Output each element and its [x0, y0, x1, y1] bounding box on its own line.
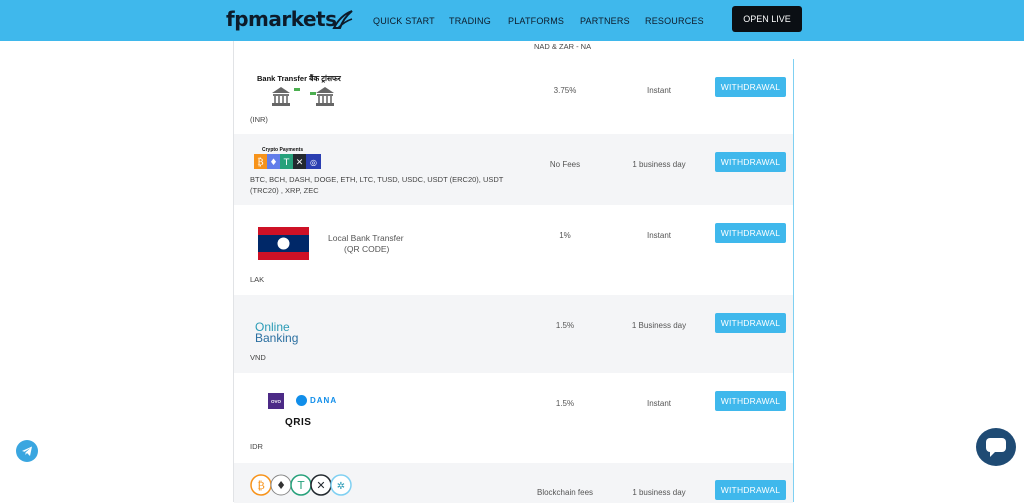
- currency-text: BTC, BCH, DASH, DOGE, ETH, LTC, TUSD, US…: [250, 175, 504, 195]
- chat-bubble-icon: [986, 438, 1006, 457]
- fee-text: No Fees: [549, 160, 581, 169]
- ovo-logo: OVO: [268, 393, 284, 409]
- withdrawal-button[interactable]: WITHDRAWAL: [715, 391, 786, 411]
- telegram-icon[interactable]: [16, 440, 38, 462]
- svg-text:♦: ♦: [269, 158, 277, 168]
- time-text: Instant: [646, 86, 672, 95]
- time-text: Instant: [646, 399, 672, 408]
- nav-trading[interactable]: TRADING: [449, 16, 491, 26]
- fee-text: 3.75%: [553, 86, 577, 95]
- chat-icon[interactable]: [976, 428, 1016, 466]
- withdrawal-button[interactable]: WITHDRAWAL: [715, 480, 786, 500]
- withdrawal-button[interactable]: WITHDRAWAL: [715, 223, 786, 243]
- fpmarkets-logo[interactable]: fpmarkets: [226, 7, 337, 31]
- dana-icon: [296, 395, 307, 406]
- nav-platforms[interactable]: PLATFORMS: [508, 16, 564, 26]
- crypto-coin-icons: ₿ ♦ T ✕ ✲: [250, 474, 352, 496]
- nav-quick-start[interactable]: QUICK START: [373, 16, 435, 26]
- table-row: Bank Transfer बैंक ट्रांसफर (INR) 3.75% …: [234, 59, 793, 134]
- qris-logo: QRIS: [285, 417, 312, 428]
- table-row: Crypto Payments ₿ ♦ T ✕ ◎ BTC, BCH, DASH…: [234, 134, 793, 205]
- withdrawal-table: NAD & ZAR - NA Bank Transfer बैंक ट्रांस…: [233, 41, 795, 503]
- fee-text: 1.5%: [555, 321, 575, 330]
- currency-text: VND: [250, 353, 266, 362]
- time-text: 1 Business day: [631, 321, 687, 330]
- svg-text:✲: ✲: [337, 481, 345, 492]
- laos-flag-icon: [258, 227, 309, 260]
- svg-text:✕: ✕: [316, 479, 325, 492]
- table-note: NAD & ZAR - NA: [234, 41, 795, 59]
- crypto-logo-text: Crypto Payments: [262, 147, 304, 153]
- nav-resources[interactable]: RESOURCES: [645, 16, 704, 26]
- svg-text:₿: ₿: [257, 157, 263, 168]
- telegram-plane-icon: [22, 446, 32, 456]
- fee-text: 1%: [559, 231, 571, 240]
- qr-code-text: (QR CODE): [344, 244, 390, 254]
- svg-text:♦: ♦: [276, 479, 286, 492]
- svg-text:✕: ✕: [296, 158, 304, 168]
- withdrawal-button[interactable]: WITHDRAWAL: [715, 152, 786, 172]
- local-bank-transfer-text: Local Bank Transfer: [328, 233, 404, 243]
- online-banking-logo-line2: Banking: [255, 331, 299, 345]
- withdrawal-button[interactable]: WITHDRAWAL: [715, 313, 786, 333]
- swoosh-icon: [332, 10, 353, 29]
- site-header: fpmarkets QUICK START TRADING PLATFORMS …: [0, 0, 1024, 41]
- crypto-icons: ₿ ♦ T ✕ ◎: [254, 154, 321, 169]
- svg-text:◎: ◎: [310, 158, 317, 167]
- bank-icon: [272, 87, 334, 106]
- fee-text: 1.5%: [555, 399, 575, 408]
- bank-transfer-logo-text: Bank Transfer बैंक ट्रांसफर: [257, 74, 341, 83]
- table-row: Local Bank Transfer (QR CODE) LAK 1% Ins…: [234, 205, 793, 295]
- open-live-button[interactable]: OPEN LIVE: [732, 6, 802, 32]
- svg-text:T: T: [297, 479, 305, 492]
- withdrawal-button[interactable]: WITHDRAWAL: [715, 77, 786, 97]
- svg-text:T: T: [283, 158, 290, 168]
- time-text: Instant: [646, 231, 672, 240]
- dana-logo: DANA: [296, 395, 337, 406]
- currency-text: IDR: [250, 442, 263, 451]
- time-text: 1 business day: [632, 488, 686, 497]
- table-row: OVO DANA QRIS IDR 1.5% Instant WITHDRAWA…: [234, 373, 793, 463]
- currency-text: (INR): [250, 115, 268, 124]
- nav-partners[interactable]: PARTNERS: [580, 16, 630, 26]
- time-text: 1 business day: [632, 160, 686, 169]
- currency-text: LAK: [250, 275, 265, 284]
- note-text: NAD & ZAR - NA: [534, 42, 592, 51]
- fee-text: Blockchain fees: [536, 488, 594, 497]
- table-row: ₿ ♦ T ✕ ✲ Blockchain fees 1 business day…: [234, 463, 793, 503]
- svg-text:₿: ₿: [257, 479, 265, 492]
- table-row: Online Banking VND 1.5% 1 Business day W…: [234, 295, 793, 373]
